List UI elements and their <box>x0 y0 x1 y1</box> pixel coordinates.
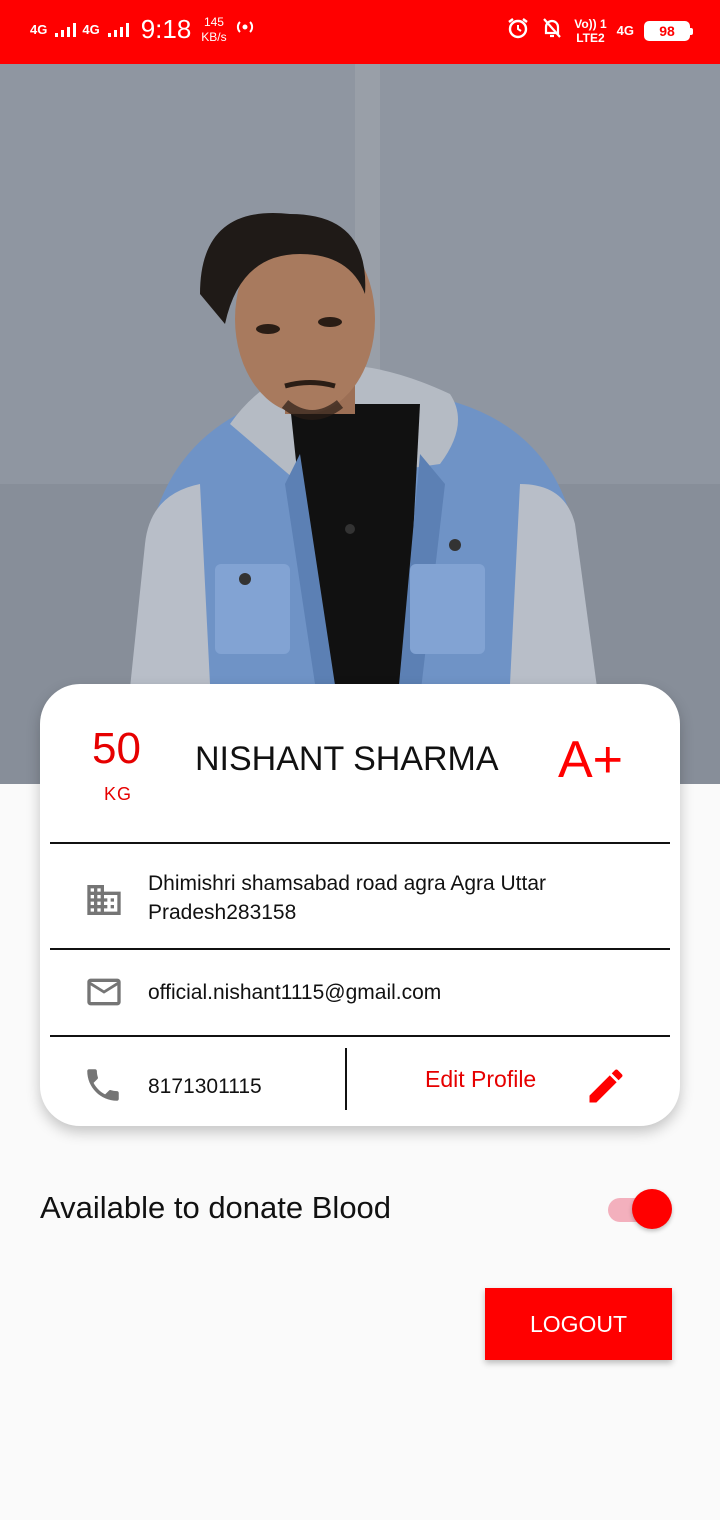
divider <box>50 1035 670 1037</box>
weight-value: 50 <box>92 724 141 773</box>
signal-icon <box>55 22 77 37</box>
logout-button[interactable]: LOGOUT <box>485 1288 672 1360</box>
pencil-icon[interactable] <box>584 1064 628 1113</box>
alarm-icon <box>506 16 530 45</box>
lte-label: LTE2 <box>576 30 605 45</box>
profile-photo <box>0 64 720 784</box>
divider <box>50 948 670 950</box>
battery-level: 98 <box>659 22 675 39</box>
blood-group: A+ <box>558 731 624 789</box>
notifications-off-icon <box>540 16 564 45</box>
phone-text[interactable]: 8171301115 <box>148 1072 262 1101</box>
mail-icon <box>82 972 126 1017</box>
hotspot-icon <box>233 18 257 41</box>
vertical-divider <box>345 1048 347 1110</box>
user-name: NISHANT SHARMA <box>195 740 499 778</box>
divider <box>50 842 670 844</box>
address-text: Dhimishri shamsabad road agra Agra Uttar… <box>148 872 547 924</box>
volte-label: Vo)) 1 <box>574 16 607 31</box>
profile-card: 50 KG NISHANT SHARMA A+ Dhimishri shamsa… <box>40 684 680 1126</box>
network-speed: 145 KB/s <box>201 15 226 45</box>
status-left: 4G 4G 9:18 145 KB/s <box>30 14 257 45</box>
signal-icon <box>107 22 129 37</box>
network-type-label: 4G <box>616 22 634 38</box>
weight-unit: KG <box>104 784 133 804</box>
status-right: Vo)) 1 LTE2 4G 98 <box>506 16 693 45</box>
available-to-donate-label: Available to donate Blood <box>40 1190 392 1225</box>
status-bar: 4G 4G 9:18 145 KB/s Vo)) 1 LTE2 4G 98 <box>0 0 720 64</box>
email-text[interactable]: official.nishant1115@gmail.com <box>148 978 441 1007</box>
speed-unit: KB/s <box>201 29 227 44</box>
volte-indicator: Vo)) 1 LTE2 <box>574 17 606 45</box>
network-type-label: 4G <box>82 21 100 37</box>
available-to-donate-toggle[interactable] <box>606 1188 676 1232</box>
speed-value: 145 <box>203 14 224 29</box>
phone-icon <box>82 1064 124 1111</box>
edit-profile-button[interactable]: Edit Profile <box>425 1066 536 1093</box>
network-type-label: 4G <box>30 21 48 37</box>
clock: 9:18 <box>140 14 192 44</box>
building-icon <box>84 880 124 925</box>
battery-icon: 98 <box>644 20 693 41</box>
toggle-thumb <box>632 1189 672 1229</box>
